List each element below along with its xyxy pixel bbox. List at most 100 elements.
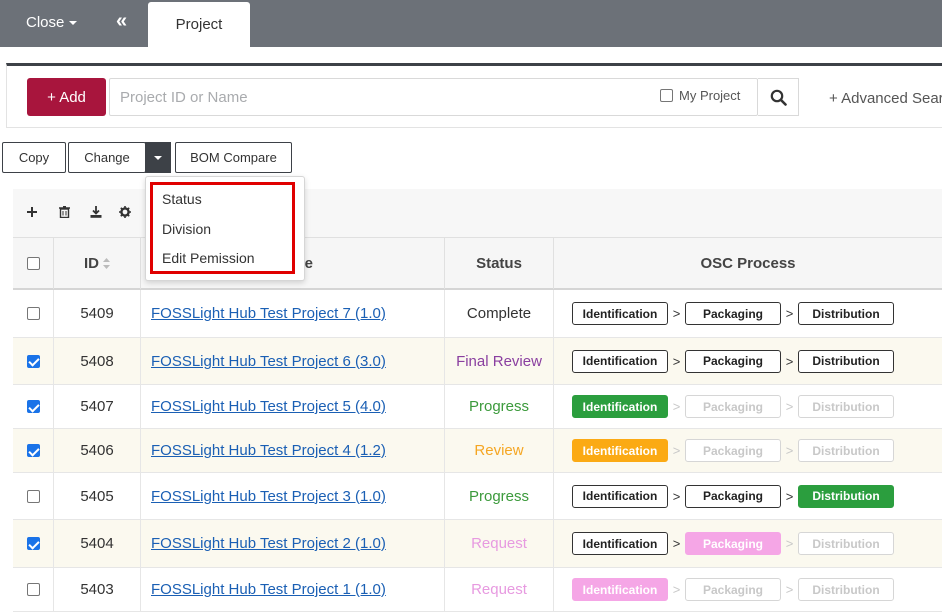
osc-step-distribution[interactable]: Distribution — [798, 532, 894, 555]
select-all-checkbox[interactable] — [26, 257, 40, 270]
change-dropdown-menu: Status Division Edit Pemission — [145, 176, 305, 281]
project-name-link[interactable]: FOSSLight Hub Test Project 5 (4.0) — [141, 398, 386, 415]
project-name-link[interactable]: FOSSLight Hub Test Project 4 (1.2) — [141, 442, 386, 459]
menu-item-division[interactable]: Division — [162, 221, 211, 237]
add-row-icon[interactable] — [25, 205, 39, 219]
row-status: Request — [445, 520, 554, 567]
change-dropdown-toggle[interactable] — [145, 142, 171, 173]
project-name-link[interactable]: FOSSLight Hub Test Project 2 (1.0) — [141, 535, 386, 552]
row-select-cell — [13, 429, 54, 472]
close-label: Close — [26, 14, 65, 31]
osc-step-identification[interactable]: Identification — [572, 578, 668, 601]
osc-steps: Identification > Packaging > Distribution — [554, 578, 894, 601]
osc-step-identification[interactable]: Identification — [572, 349, 668, 373]
row-select-cell — [13, 385, 54, 428]
row-osc-process: Identification > Packaging > Distribution — [554, 568, 942, 611]
row-checkbox[interactable] — [26, 489, 40, 503]
osc-step-distribution[interactable]: Distribution — [798, 395, 894, 418]
close-menu-button[interactable]: Close — [26, 14, 78, 31]
osc-step-packaging[interactable]: Packaging — [685, 395, 781, 418]
row-checkbox[interactable] — [26, 307, 40, 320]
table-row[interactable]: 5404 FOSSLight Hub Test Project 2 (1.0) Re… — [13, 520, 942, 568]
chevron-right-icon: > — [785, 488, 794, 504]
osc-step-packaging[interactable]: Packaging — [685, 578, 781, 601]
row-id: 5408 — [54, 338, 141, 384]
advanced-search-link[interactable]: + Advanced Search — [829, 90, 942, 107]
header-status-label: Status — [476, 255, 522, 272]
header-status[interactable]: Status — [445, 238, 554, 289]
osc-step-identification[interactable]: Identification — [572, 302, 668, 325]
menu-item-edit-permission[interactable]: Edit Pemission — [162, 250, 255, 266]
project-name-link[interactable]: FOSSLight Hub Test Project 1 (1.0) — [141, 581, 386, 598]
gear-icon[interactable] — [118, 205, 132, 219]
row-checkbox[interactable] — [26, 537, 40, 550]
header-osc-process[interactable]: OSC Process — [554, 238, 942, 289]
osc-step-packaging[interactable]: Packaging — [685, 302, 781, 325]
osc-step-distribution[interactable]: Distribution — [798, 439, 894, 462]
row-name-cell: FOSSLight Hub Test Project 3 (1.0) — [141, 473, 445, 519]
row-name-cell: FOSSLight Hub Test Project 6 (3.0) — [141, 338, 445, 384]
osc-step-packaging[interactable]: Packaging — [685, 439, 781, 462]
row-osc-process: Identification > Packaging > Distribution — [554, 385, 942, 428]
table-row[interactable]: 5403 FOSSLight Hub Test Project 1 (1.0) Re… — [13, 568, 942, 612]
osc-step-distribution[interactable]: Distribution — [798, 578, 894, 601]
chevron-right-icon: > — [672, 353, 681, 369]
osc-step-distribution[interactable]: Distribution — [798, 302, 894, 325]
sort-icon — [103, 258, 110, 269]
osc-step-identification[interactable]: Identification — [572, 532, 668, 555]
header-id[interactable]: ID — [54, 238, 141, 289]
osc-steps: Identification > Packaging > Distribution — [554, 302, 894, 325]
my-project-filter[interactable]: My Project — [660, 88, 740, 103]
table-row[interactable]: 5406 FOSSLight Hub Test Project 4 (1.2) Re… — [13, 429, 942, 473]
osc-step-distribution[interactable]: Distribution — [798, 484, 894, 508]
row-id: 5405 — [54, 473, 141, 519]
osc-step-packaging[interactable]: Packaging — [685, 532, 781, 555]
table-row[interactable]: 5405 FOSSLight Hub Test Project 3 (1.0) Pr… — [13, 473, 942, 520]
download-icon[interactable] — [89, 205, 103, 219]
table-row[interactable]: 5409 FOSSLight Hub Test Project 7 (1.0) Co… — [13, 290, 942, 338]
row-checkbox[interactable] — [26, 444, 40, 457]
row-osc-process: Identification > Packaging > Distribution — [554, 290, 942, 337]
row-select-cell — [13, 290, 54, 337]
row-status: Progress — [445, 473, 554, 519]
copy-button[interactable]: Copy — [2, 142, 66, 173]
osc-steps: Identification > Packaging > Distribution — [554, 349, 894, 373]
search-input[interactable] — [120, 87, 640, 107]
row-checkbox[interactable] — [26, 583, 40, 596]
row-name-cell: FOSSLight Hub Test Project 5 (4.0) — [141, 385, 445, 428]
row-osc-process: Identification > Packaging > Distribution — [554, 520, 942, 567]
osc-step-identification[interactable]: Identification — [572, 484, 668, 508]
row-osc-process: Identification > Packaging > Distribution — [554, 473, 942, 519]
chevron-right-icon: > — [672, 306, 681, 321]
project-name-link[interactable]: FOSSLight Hub Test Project 3 (1.0) — [141, 488, 386, 505]
tab-project[interactable]: Project — [148, 2, 250, 47]
bom-compare-button[interactable]: BOM Compare — [175, 142, 292, 173]
caret-down-icon — [154, 155, 162, 160]
search-button[interactable] — [758, 78, 799, 116]
osc-step-packaging[interactable]: Packaging — [685, 484, 781, 508]
row-checkbox[interactable] — [26, 400, 40, 413]
table-row[interactable]: 5408 FOSSLight Hub Test Project 6 (3.0) Fi… — [13, 338, 942, 385]
row-checkbox[interactable] — [26, 354, 40, 368]
change-button[interactable]: Change — [68, 142, 146, 173]
my-project-checkbox[interactable] — [660, 89, 673, 102]
project-name-link[interactable]: FOSSLight Hub Test Project 6 (3.0) — [141, 353, 386, 370]
chevron-right-icon: > — [672, 488, 681, 504]
row-name-cell: FOSSLight Hub Test Project 4 (1.2) — [141, 429, 445, 472]
collapse-left-icon[interactable]: « — [116, 10, 127, 33]
menu-item-status[interactable]: Status — [162, 191, 202, 207]
trash-icon[interactable] — [57, 205, 71, 219]
row-status: Complete — [445, 290, 554, 337]
table-row[interactable]: 5407 FOSSLight Hub Test Project 5 (4.0) Pr… — [13, 385, 942, 429]
osc-step-distribution[interactable]: Distribution — [798, 349, 894, 373]
add-button[interactable]: + Add — [27, 78, 106, 116]
osc-step-identification[interactable]: Identification — [572, 395, 668, 418]
row-id: 5404 — [54, 520, 141, 567]
search-icon — [770, 89, 787, 106]
osc-step-packaging[interactable]: Packaging — [685, 349, 781, 373]
row-id: 5403 — [54, 568, 141, 611]
row-osc-process: Identification > Packaging > Distribution — [554, 429, 942, 472]
project-name-link[interactable]: FOSSLight Hub Test Project 7 (1.0) — [141, 305, 386, 322]
osc-step-identification[interactable]: Identification — [572, 439, 668, 462]
osc-steps: Identification > Packaging > Distribution — [554, 532, 894, 555]
